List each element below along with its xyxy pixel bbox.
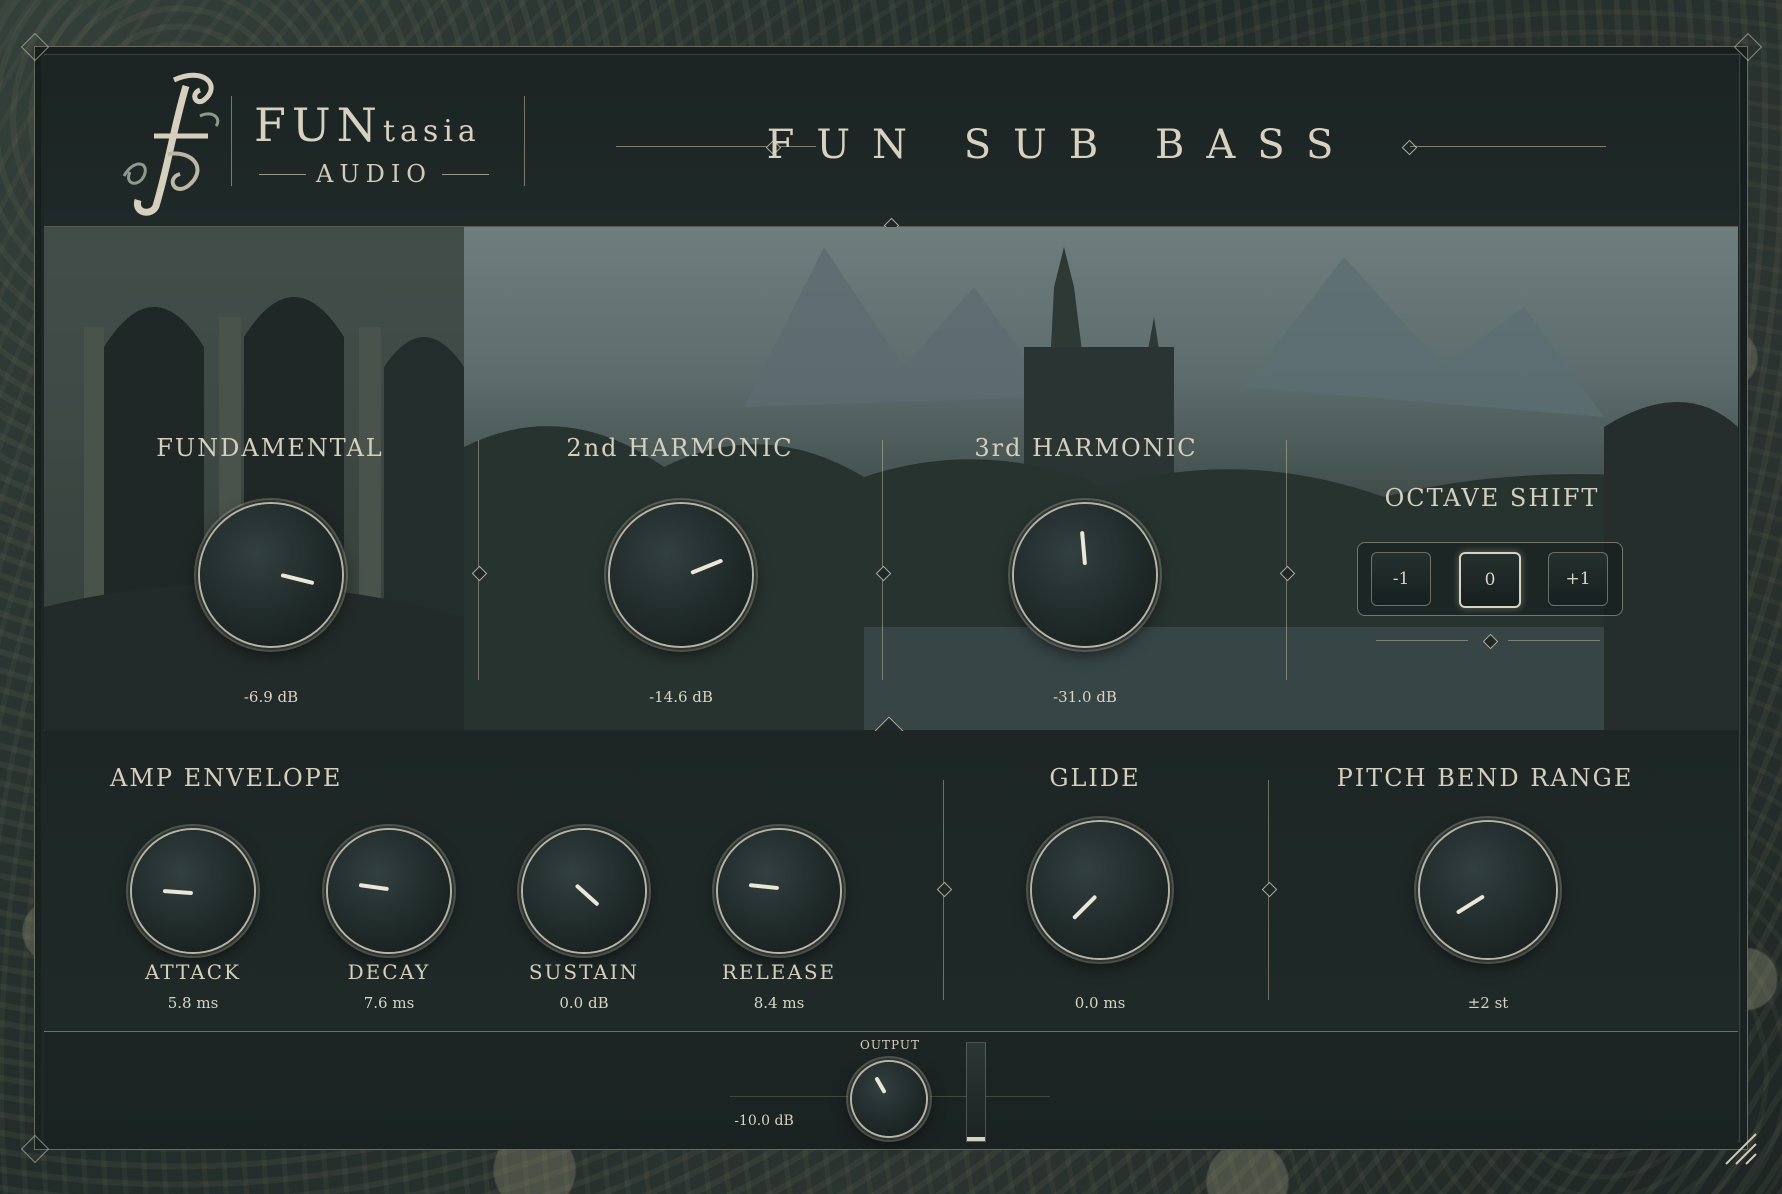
- octave-shift-label: OCTAVE SHIFT: [1384, 484, 1600, 512]
- resize-handle-icon[interactable]: [1722, 1130, 1758, 1166]
- section-divider: [478, 440, 479, 680]
- knob-indicator: [1071, 894, 1098, 921]
- pitch-bend-value: ±2 st: [1467, 994, 1509, 1012]
- output-value: -10.0 dB: [734, 1113, 794, 1129]
- attack-value: 5.8 ms: [167, 994, 219, 1012]
- glide-knob[interactable]: [1032, 822, 1168, 958]
- octave-shift-group: -1 0 +1: [1357, 542, 1623, 616]
- 3rd-harmonic-value: -31.0 dB: [1053, 688, 1117, 706]
- octave-minus-button[interactable]: -1: [1371, 552, 1431, 606]
- release-value: 8.4 ms: [753, 994, 805, 1012]
- plugin-title: FUN SUB BASS: [766, 122, 1356, 168]
- knob-indicator: [690, 558, 724, 575]
- output-meter-fill: [967, 1137, 985, 1141]
- knob-indicator: [1080, 530, 1087, 566]
- section-divider: [1286, 440, 1287, 680]
- decay-label: DECAY: [347, 960, 431, 984]
- fundamental-knob[interactable]: [200, 504, 342, 646]
- attack-knob[interactable]: [132, 830, 254, 952]
- landscape-illustration: [44, 227, 1738, 730]
- knob-indicator: [748, 883, 780, 891]
- knob-indicator: [874, 1076, 887, 1094]
- octave-rule: [1508, 640, 1600, 641]
- sustain-knob[interactable]: [523, 830, 645, 952]
- glide-label: GLIDE: [1049, 764, 1141, 792]
- release-label: RELEASE: [721, 960, 837, 984]
- 2nd-harmonic-knob[interactable]: [610, 504, 752, 646]
- pitch-bend-label: PITCH BEND RANGE: [1336, 764, 1634, 792]
- release-knob[interactable]: [718, 830, 840, 952]
- header: FUNtasia AUDIO FUN SUB BASS: [44, 56, 1738, 234]
- section-divider: [882, 440, 883, 680]
- fundamental-label: FUNDAMENTAL: [156, 434, 384, 462]
- octave-zero-button[interactable]: 0: [1459, 552, 1521, 608]
- sustain-value: 0.0 dB: [559, 994, 609, 1012]
- pitch-bend-knob[interactable]: [1420, 822, 1556, 958]
- knob-indicator: [574, 883, 600, 907]
- output-label: OUTPUT: [860, 1038, 920, 1052]
- attack-label: ATTACK: [145, 960, 241, 984]
- knob-indicator: [162, 889, 194, 896]
- knob-indicator: [1455, 894, 1486, 915]
- 3rd-harmonic-knob[interactable]: [1014, 504, 1156, 646]
- knob-indicator: [358, 883, 389, 892]
- knob-indicator: [280, 573, 315, 586]
- decay-value: 7.6 ms: [363, 994, 415, 1012]
- octave-rule: [1376, 640, 1468, 641]
- amp-envelope-label: AMP ENVELOPE: [110, 764, 343, 792]
- fundamental-value: -6.9 dB: [243, 688, 299, 706]
- output-knob[interactable]: [852, 1062, 926, 1136]
- plugin-window: FUNtasia AUDIO FUN SUB BASS FUNDAMENTAL …: [0, 0, 1782, 1194]
- 2nd-harmonic-label: 2nd HARMONIC: [566, 434, 794, 462]
- decay-knob[interactable]: [328, 830, 450, 952]
- glide-value: 0.0 ms: [1074, 994, 1126, 1012]
- title-rule-right: [1410, 146, 1606, 147]
- 3rd-harmonic-label: 3rd HARMONIC: [974, 434, 1198, 462]
- 2nd-harmonic-value: -14.6 dB: [649, 688, 713, 706]
- sustain-label: SUSTAIN: [528, 960, 640, 984]
- output-meter: [966, 1042, 986, 1142]
- octave-plus-button[interactable]: +1: [1548, 552, 1608, 606]
- scenic-panel: [44, 227, 1738, 730]
